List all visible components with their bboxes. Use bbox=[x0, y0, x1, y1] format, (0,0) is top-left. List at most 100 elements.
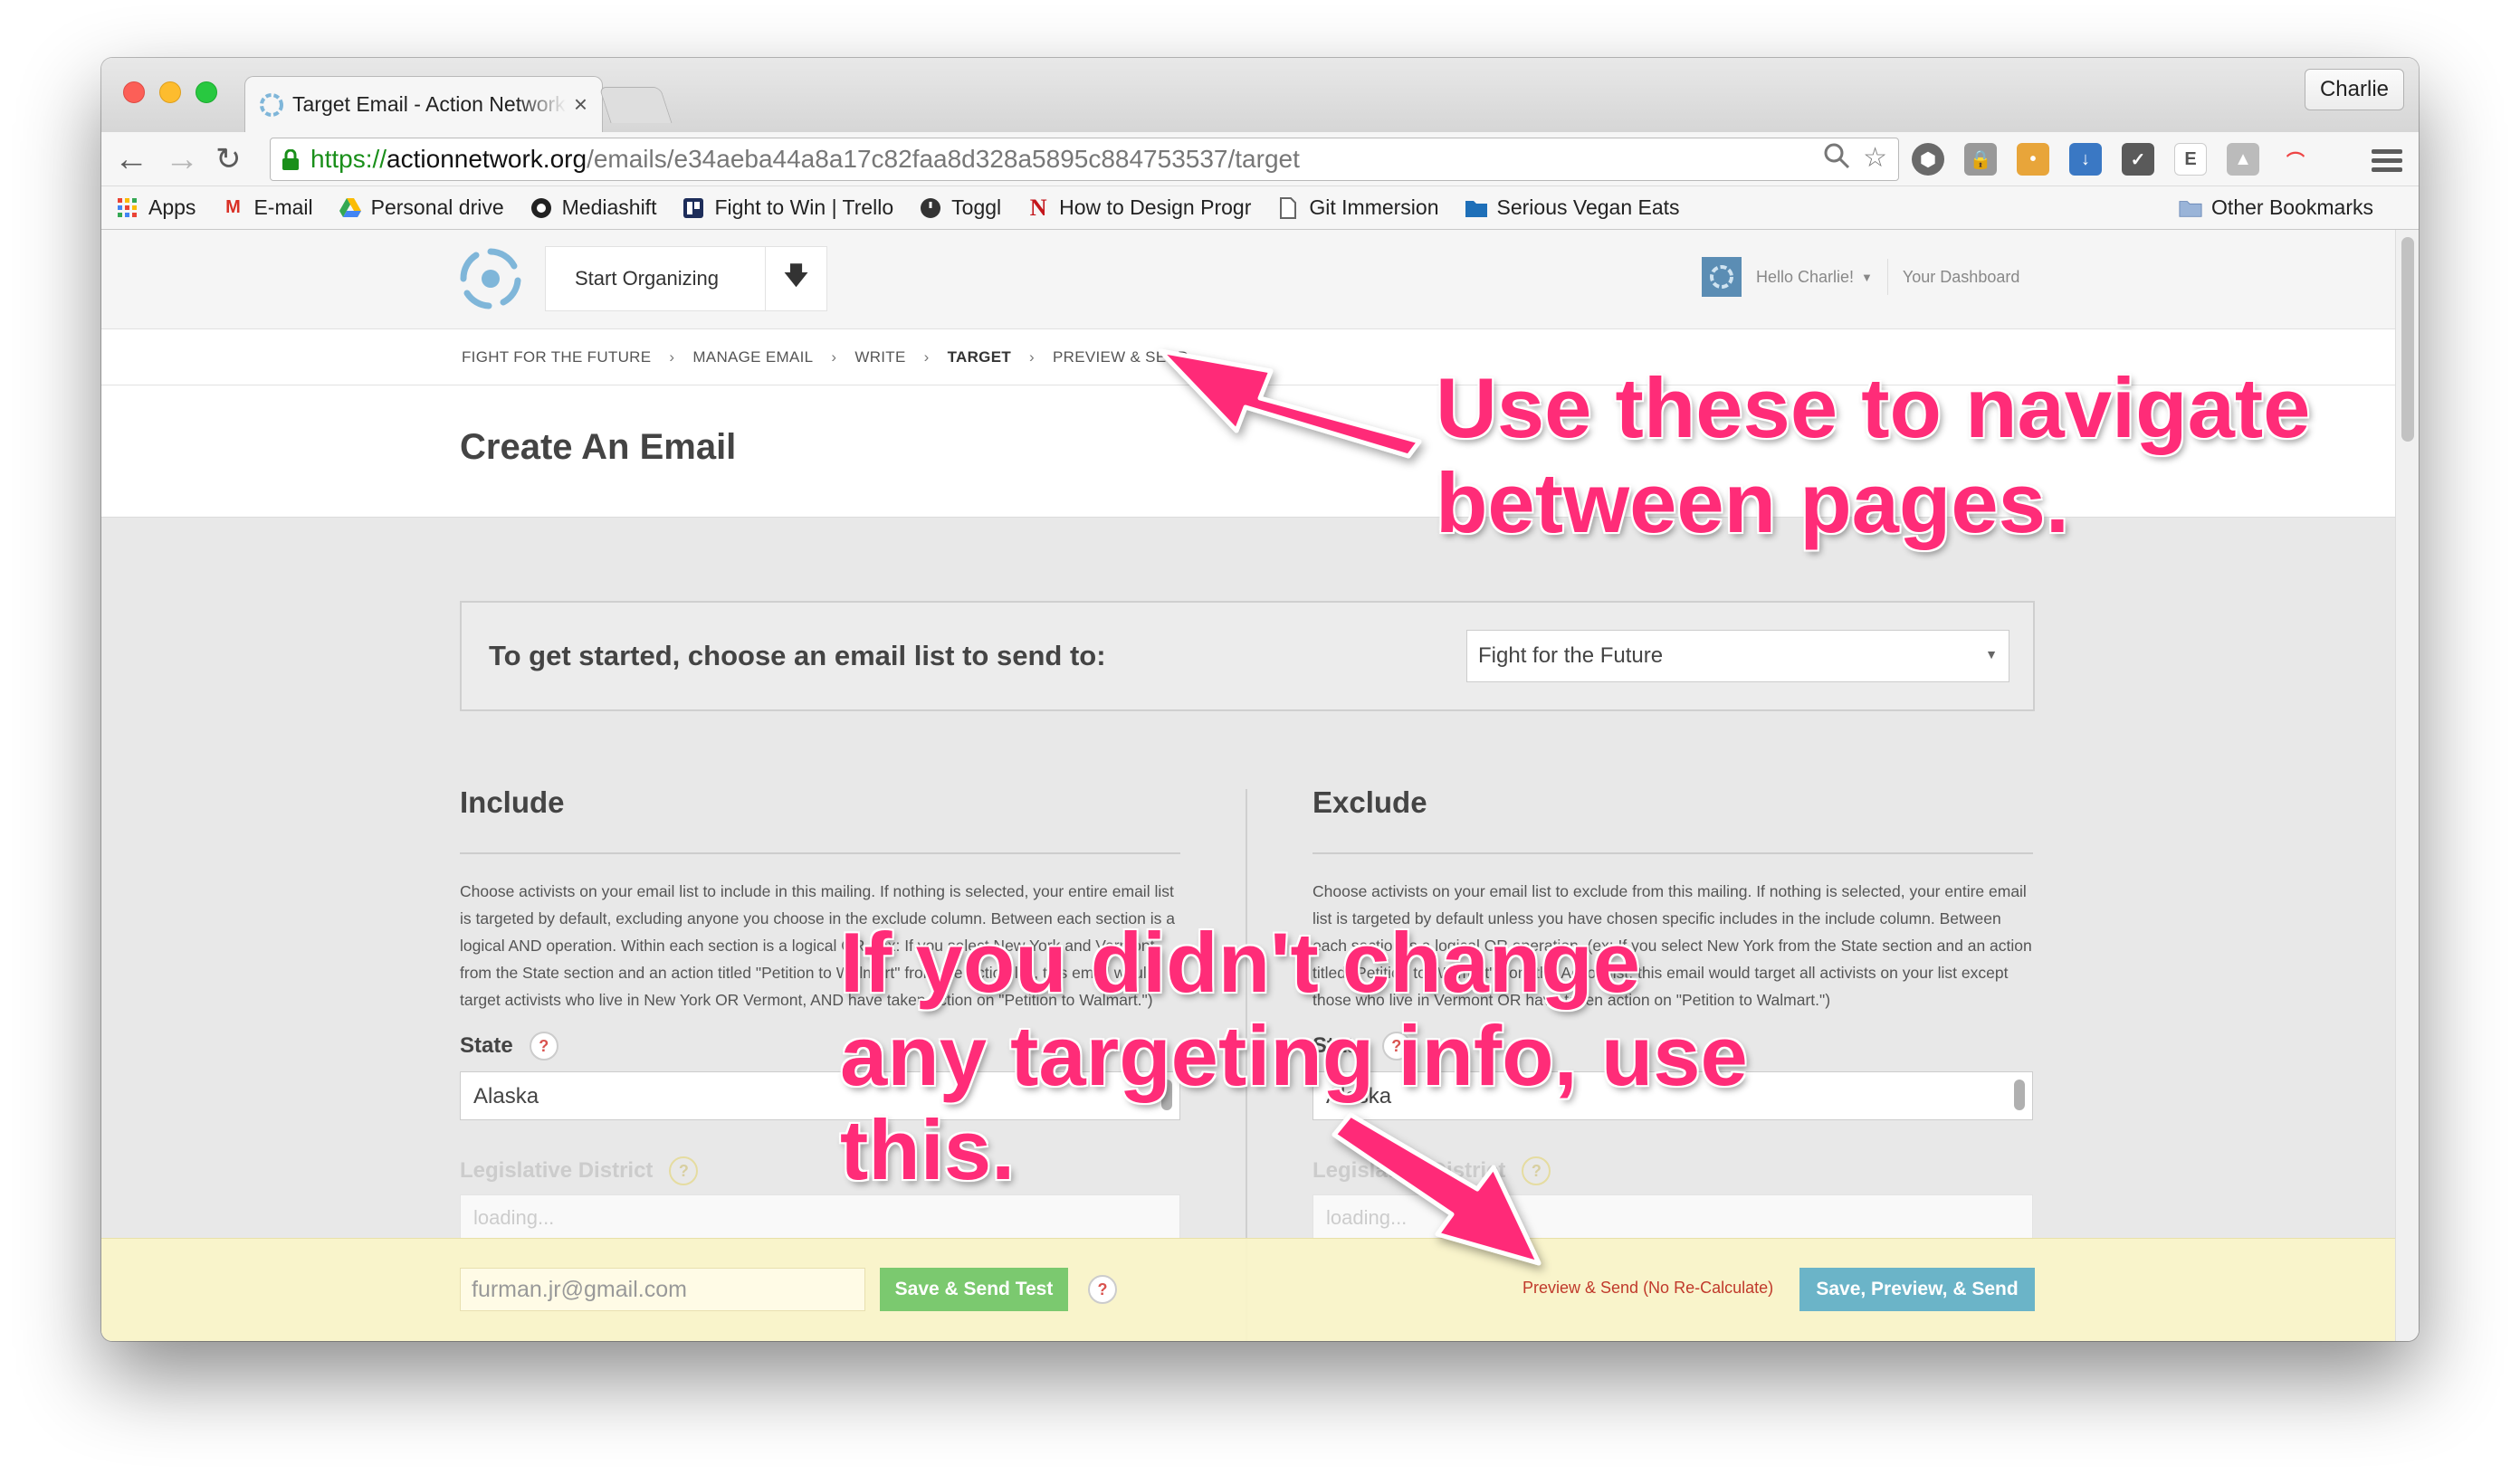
extension-rainbow-icon[interactable]: ⌒ bbox=[2279, 143, 2312, 176]
help-icon[interactable]: ? bbox=[1088, 1275, 1117, 1304]
maximize-window-button[interactable] bbox=[196, 81, 217, 103]
bookmark-mediashift[interactable]: Mediashift bbox=[530, 195, 657, 220]
new-tab-button[interactable] bbox=[598, 87, 673, 123]
breadcrumb-target: TARGET bbox=[947, 347, 1012, 366]
n-icon: N bbox=[1029, 194, 1047, 221]
exclude-district-select[interactable]: loading... bbox=[1312, 1194, 2033, 1240]
exclude-heading: Exclude bbox=[1312, 776, 2033, 854]
caret-down-icon: ▼ bbox=[1985, 647, 1998, 661]
test-email-input[interactable]: furman.jr@gmail.com bbox=[460, 1268, 865, 1311]
greeting[interactable]: Hello Charlie! bbox=[1756, 268, 1854, 287]
tab-title: Target Email - Action Network bbox=[292, 92, 566, 116]
drive-icon bbox=[339, 196, 362, 220]
back-arrow-icon[interactable]: ← bbox=[114, 141, 148, 177]
help-icon[interactable]: ? bbox=[529, 1032, 558, 1061]
your-dashboard-link[interactable]: Your Dashboard bbox=[1903, 268, 2019, 287]
bookmark-label: Mediashift bbox=[561, 195, 657, 219]
email-list-selected: Fight for the Future bbox=[1478, 643, 1664, 668]
save-preview-send-button[interactable]: Save, Preview, & Send bbox=[1799, 1268, 2035, 1311]
chevron-right-icon: › bbox=[669, 347, 675, 366]
breadcrumb-manage-email[interactable]: MANAGE EMAIL bbox=[692, 348, 813, 366]
address-bar[interactable]: https://actionnetwork.org/emails/e34aeba… bbox=[270, 138, 1899, 181]
close-tab-icon[interactable]: × bbox=[574, 90, 587, 119]
action-network-logo[interactable] bbox=[456, 244, 525, 313]
extension-triangle-icon[interactable]: ▲ bbox=[2227, 143, 2259, 176]
reload-icon[interactable]: ↻ bbox=[215, 141, 242, 177]
page-scrollbar[interactable] bbox=[2395, 230, 2419, 1341]
annotation-line: Use these to navigate bbox=[1436, 360, 2311, 455]
help-icon[interactable]: ? bbox=[669, 1156, 699, 1185]
chrome-menu-icon[interactable] bbox=[2372, 145, 2402, 176]
chevron-right-icon: › bbox=[831, 347, 837, 366]
scrollbar[interactable] bbox=[2014, 1080, 2025, 1110]
bookmark-trello[interactable]: Fight to Win | Trello bbox=[682, 195, 893, 220]
divider bbox=[1886, 259, 1888, 295]
extension-pocket-icon[interactable]: ✓ bbox=[2122, 143, 2154, 176]
bookmark-star-icon[interactable]: ☆ bbox=[1863, 142, 1887, 176]
bookmark-label: How to Design Progr bbox=[1059, 195, 1252, 219]
minimize-window-button[interactable] bbox=[159, 81, 181, 103]
state-label-text: State bbox=[460, 1033, 513, 1058]
chevron-down-icon[interactable]: ▼ bbox=[1861, 271, 1873, 284]
email-list-select[interactable]: Fight for the Future ▼ bbox=[1466, 630, 2009, 682]
arrow-down-icon[interactable]: 🡇 bbox=[765, 247, 826, 310]
bookmark-toggl[interactable]: Toggl bbox=[919, 195, 1001, 220]
profile-button[interactable]: Charlie bbox=[2304, 69, 2404, 110]
email-list-prompt: To get started, choose an email list to … bbox=[489, 640, 1106, 671]
start-organizing-menu[interactable]: Start Organizing 🡇 bbox=[545, 246, 827, 311]
avatar[interactable] bbox=[1702, 257, 1742, 297]
sticky-action-bar: furman.jr@gmail.com Save & Send Test ? P… bbox=[101, 1238, 2395, 1341]
breadcrumb-write[interactable]: WRITE bbox=[854, 348, 905, 366]
close-window-button[interactable] bbox=[123, 81, 145, 103]
navigate-annotation: Use these to navigate between pages. bbox=[1436, 360, 2310, 551]
bookmark-email[interactable]: M E-mail bbox=[221, 195, 313, 220]
include-district-select[interactable]: loading... bbox=[460, 1194, 1180, 1240]
url-scheme: https:// bbox=[310, 145, 387, 173]
state-value: Alaska bbox=[473, 1084, 539, 1108]
extension-honey-icon[interactable]: • bbox=[2017, 143, 2049, 176]
annotation-line: If you didn't change bbox=[840, 915, 1641, 1010]
save-send-test-button[interactable]: Save & Send Test bbox=[880, 1268, 1068, 1311]
site-header: Start Organizing 🡇 Hello Charlie! ▼ Your… bbox=[101, 230, 2395, 329]
bookmark-git-immersion[interactable]: Git Immersion bbox=[1276, 195, 1439, 220]
folder-icon bbox=[1465, 196, 1488, 220]
bookmark-serious-vegan-eats[interactable]: Serious Vegan Eats bbox=[1465, 195, 1680, 220]
bookmarks-bar: Apps M E-mail Personal drive Mediashift … bbox=[101, 186, 2419, 230]
user-menu: Hello Charlie! ▼ Your Dashboard bbox=[1702, 257, 2019, 297]
annotation-line: any targeting info, use bbox=[840, 1008, 1748, 1104]
folder-icon bbox=[2179, 196, 2202, 220]
preview-send-no-recalculate-link[interactable]: Preview & Send (No Re-Calculate) bbox=[1522, 1279, 1773, 1298]
apps-grid-icon bbox=[116, 196, 139, 220]
bookmark-label: Personal drive bbox=[370, 195, 504, 219]
browser-toolbar: ← → ↻ https://actionnetwork.org/emails/e… bbox=[101, 132, 2419, 186]
annotation-line: this. bbox=[840, 1101, 1016, 1197]
chevron-right-icon: › bbox=[1029, 347, 1035, 366]
page-icon bbox=[1276, 196, 1300, 220]
chevron-right-icon: › bbox=[923, 347, 930, 366]
lock-icon bbox=[282, 148, 300, 170]
action-network-favicon-icon bbox=[260, 92, 283, 117]
breadcrumb-preview-send[interactable]: PREVIEW & SEND bbox=[1053, 348, 1189, 366]
other-bookmarks-label: Other Bookmarks bbox=[2211, 195, 2373, 219]
bookmark-how-to-design[interactable]: N How to Design Progr bbox=[1026, 194, 1252, 221]
bookmark-apps[interactable]: Apps bbox=[116, 195, 196, 220]
extension-evernote-icon[interactable]: E bbox=[2174, 143, 2207, 176]
tab-strip: Target Email - Action Network × Charlie bbox=[101, 58, 2419, 132]
bookmark-label: Toggl bbox=[951, 195, 1002, 219]
extensions-bar: ⬢ 🔒 • ↓ ✓ E ▲ ⌒ bbox=[1912, 143, 2312, 176]
district-label-text: Legislative District bbox=[460, 1158, 654, 1183]
scrollbar-thumb[interactable] bbox=[2401, 237, 2414, 442]
gmail-icon: M bbox=[225, 197, 241, 217]
bookmark-personal-drive[interactable]: Personal drive bbox=[339, 195, 504, 220]
extension-hex-icon[interactable]: ⬢ bbox=[1912, 143, 1944, 176]
toggl-icon bbox=[919, 196, 942, 220]
extension-lock-icon[interactable]: 🔒 bbox=[1964, 143, 1997, 176]
extension-download-icon[interactable]: ↓ bbox=[2069, 143, 2102, 176]
zoom-icon[interactable] bbox=[1823, 142, 1850, 176]
other-bookmarks[interactable]: Other Bookmarks bbox=[2179, 195, 2373, 220]
page-title: Create An Email bbox=[460, 427, 737, 467]
breadcrumb-fight-for-the-future[interactable]: FIGHT FOR THE FUTURE bbox=[462, 348, 651, 366]
forward-arrow-icon[interactable]: → bbox=[165, 141, 199, 177]
tab-target-email[interactable]: Target Email - Action Network × bbox=[244, 76, 603, 132]
mediashift-icon bbox=[530, 196, 553, 220]
